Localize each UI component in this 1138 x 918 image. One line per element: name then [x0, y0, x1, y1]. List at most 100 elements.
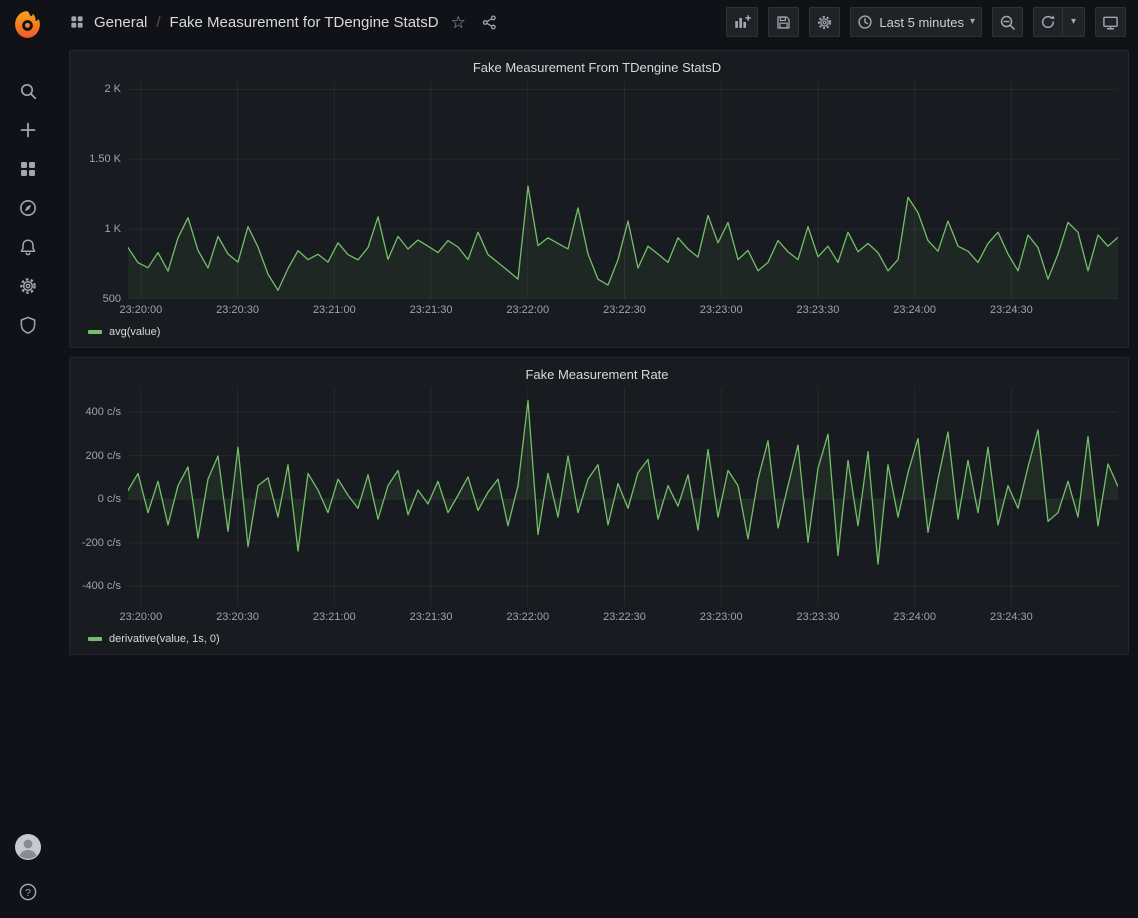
user-avatar-button[interactable]	[8, 831, 48, 863]
refresh-icon	[1040, 14, 1056, 30]
x-tick-label: 23:23:00	[700, 611, 743, 623]
sidebar-item-dashboards[interactable]	[8, 153, 48, 185]
chart-area: 400 c/s 200 c/s 0 c/s -200 c/s -400 c/s	[76, 388, 1118, 606]
avatar	[15, 834, 41, 860]
dashboard-settings-button[interactable]	[809, 7, 840, 37]
star-dashboard-button[interactable]: ☆	[448, 12, 469, 33]
breadcrumb-separator: /	[156, 14, 160, 31]
y-tick-label: 400 c/s	[86, 406, 121, 418]
admin-shield-icon	[18, 315, 38, 335]
sidebar-item-explore[interactable]	[8, 192, 48, 224]
sidebar-item-configuration[interactable]	[8, 270, 48, 302]
x-tick-label: 23:21:30	[410, 611, 453, 623]
sidebar: ?	[0, 0, 55, 918]
add-panel-button[interactable]	[726, 7, 758, 37]
y-axis: 2 K1.50 K1 K500	[76, 81, 128, 299]
plot-area[interactable]	[128, 81, 1118, 299]
y-tick-label: 500	[103, 293, 121, 305]
refresh-button-group: ▾	[1033, 7, 1085, 37]
breadcrumb-root[interactable]: General	[94, 14, 147, 31]
x-tick-label: 23:24:30	[990, 611, 1033, 623]
x-tick-label: 23:22:00	[506, 611, 549, 623]
legend-series-label[interactable]: avg(value)	[109, 326, 160, 338]
breadcrumb-current[interactable]: Fake Measurement for TDengine StatsD	[170, 14, 439, 31]
panel-fake-measurement-rate: Fake Measurement Rate 400 c/s 200 c/s 0 c/…	[69, 357, 1129, 655]
plot-area[interactable]	[128, 388, 1118, 606]
plus-icon	[18, 120, 38, 140]
caret-down-icon: ▾	[1071, 17, 1076, 27]
y-tick-label: -200 c/s	[82, 537, 121, 549]
kiosk-mode-button[interactable]	[1095, 7, 1126, 37]
sidebar-bottom: ?	[8, 831, 48, 908]
svg-text:?: ?	[25, 887, 31, 899]
navbar-actions: Last 5 minutes ▾	[726, 7, 1126, 37]
explore-compass-icon	[18, 198, 38, 218]
x-axis: 23:20:0023:20:3023:21:0023:21:3023:22:00…	[128, 299, 1118, 321]
x-tick-label: 23:20:30	[216, 611, 259, 623]
y-tick-label: -400 c/s	[82, 580, 121, 592]
refresh-interval-dropdown[interactable]: ▾	[1063, 7, 1085, 37]
star-icon: ☆	[451, 14, 466, 31]
zoom-out-button[interactable]	[992, 7, 1023, 37]
x-tick-label: 23:22:30	[603, 611, 646, 623]
y-axis: 400 c/s 200 c/s 0 c/s -200 c/s -400 c/s	[76, 388, 128, 606]
save-dashboard-button[interactable]	[768, 7, 799, 37]
sidebar-item-create[interactable]	[8, 114, 48, 146]
chart-area: 2 K1.50 K1 K500	[76, 81, 1118, 299]
x-tick-label: 23:20:30	[216, 304, 259, 316]
dashboards-grid-icon	[69, 14, 85, 30]
zoom-out-icon	[999, 14, 1016, 31]
legend-series-label[interactable]: derivative(value, 1s, 0)	[109, 633, 220, 645]
y-tick-label: 200 c/s	[86, 450, 121, 462]
share-dashboard-button[interactable]	[478, 12, 501, 33]
x-tick-label: 23:20:00	[119, 611, 162, 623]
x-tick-label: 23:23:00	[700, 304, 743, 316]
dashboards-grid-icon	[18, 159, 38, 179]
help-icon: ?	[18, 882, 38, 902]
clock-icon	[857, 14, 873, 30]
panel-fake-measurement: Fake Measurement From TDengine StatsD 2 …	[69, 50, 1129, 348]
settings-gear-icon	[816, 14, 833, 31]
app-root: ? General / Fake Measurement for TDengin…	[0, 0, 1138, 918]
y-tick-label: 1 K	[104, 223, 121, 235]
x-tick-label: 23:24:00	[893, 304, 936, 316]
main-area: General / Fake Measurement for TDengine …	[55, 0, 1138, 918]
legend: derivative(value, 1s, 0)	[76, 628, 1118, 650]
caret-down-icon: ▾	[970, 17, 975, 27]
grafana-logo[interactable]	[11, 8, 44, 41]
x-tick-label: 23:23:30	[797, 304, 840, 316]
breadcrumb: General / Fake Measurement for TDengine …	[69, 12, 501, 33]
x-tick-label: 23:21:00	[313, 304, 356, 316]
x-tick-label: 23:21:30	[410, 304, 453, 316]
x-tick-label: 23:22:00	[506, 304, 549, 316]
sidebar-item-search[interactable]	[8, 75, 48, 107]
kiosk-tv-icon	[1102, 14, 1119, 31]
time-range-picker[interactable]: Last 5 minutes ▾	[850, 7, 982, 37]
legend-series-swatch	[88, 330, 102, 334]
top-navbar: General / Fake Measurement for TDengine …	[55, 0, 1138, 44]
legend-series-swatch	[88, 637, 102, 641]
x-tick-label: 23:22:30	[603, 304, 646, 316]
settings-gear-icon	[18, 276, 38, 296]
dashboard-content: Fake Measurement From TDengine StatsD 2 …	[55, 44, 1138, 918]
x-tick-label: 23:20:00	[119, 304, 162, 316]
legend: avg(value)	[76, 321, 1118, 343]
search-icon	[18, 81, 38, 101]
refresh-button[interactable]	[1033, 7, 1063, 37]
y-tick-label: 2 K	[104, 83, 121, 95]
grafana-logo-icon	[11, 8, 44, 41]
sidebar-item-alerting[interactable]	[8, 231, 48, 263]
x-tick-label: 23:24:30	[990, 304, 1033, 316]
panel-title[interactable]: Fake Measurement From TDengine StatsD	[76, 57, 1118, 81]
share-icon	[481, 14, 498, 31]
time-range-label: Last 5 minutes	[879, 15, 964, 30]
x-axis: 23:20:0023:20:3023:21:0023:21:3023:22:00…	[128, 606, 1118, 628]
save-icon	[775, 14, 792, 31]
y-tick-label: 0 c/s	[98, 493, 121, 505]
help-button[interactable]: ?	[8, 876, 48, 908]
y-tick-label: 1.50 K	[89, 153, 121, 165]
sidebar-item-server-admin[interactable]	[8, 309, 48, 341]
x-tick-label: 23:21:00	[313, 611, 356, 623]
alerting-bell-icon	[18, 237, 38, 257]
panel-title[interactable]: Fake Measurement Rate	[76, 364, 1118, 388]
